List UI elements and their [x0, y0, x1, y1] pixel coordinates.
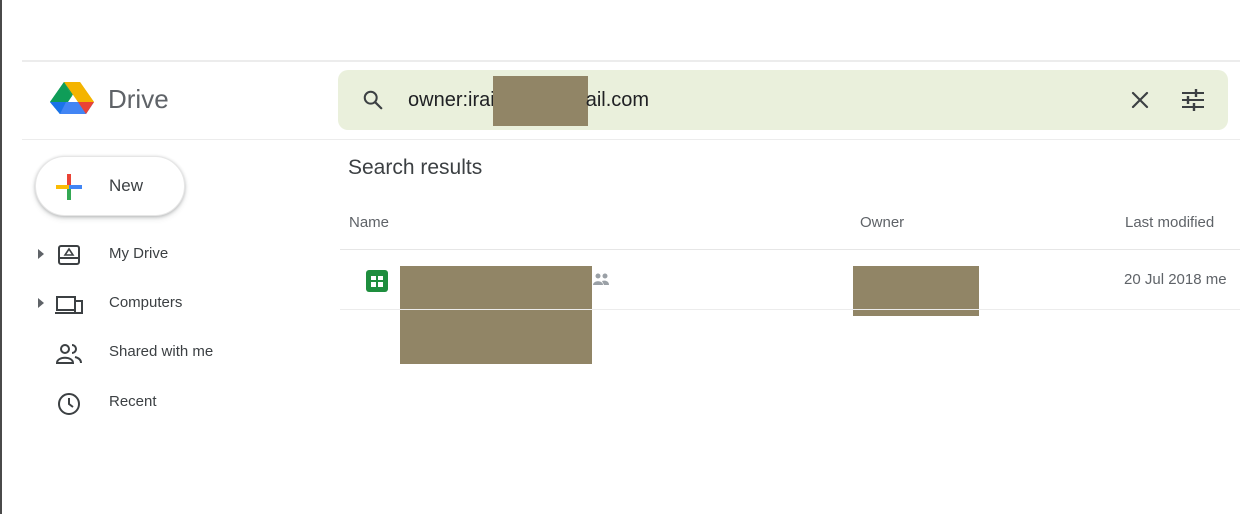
drive-logo-icon[interactable] [48, 80, 96, 120]
sidebar-item-label: My Drive [109, 245, 169, 262]
sidebar-item-computers[interactable]: Computers [30, 284, 310, 324]
search-bar[interactable]: owner:irai ail.com [338, 70, 1228, 130]
sidebar-item-label: Computers [109, 294, 183, 311]
column-header-name[interactable]: Name [349, 214, 389, 231]
search-options-icon[interactable] [1180, 88, 1206, 112]
window-edge [0, 0, 2, 514]
google-sheets-icon [366, 270, 388, 292]
redaction-block [492, 75, 588, 126]
header-divider [22, 139, 1240, 140]
sidebar-item-my-drive[interactable]: My Drive [30, 235, 310, 275]
search-icon[interactable] [362, 89, 384, 111]
sidebar-item-label: Shared with me [109, 343, 214, 360]
clock-icon [58, 393, 80, 415]
my-drive-icon [58, 245, 80, 265]
search-query-start: owner:irai [408, 89, 495, 111]
column-header-last-modified[interactable]: Last modified [1125, 214, 1214, 231]
new-button[interactable]: New [35, 156, 185, 216]
expand-arrow-icon[interactable] [38, 298, 44, 308]
page-title: Search results [348, 156, 483, 179]
new-button-label: New [109, 176, 144, 195]
sidebar-item-recent[interactable]: Recent [30, 383, 310, 423]
shared-with-me-icon [55, 344, 82, 364]
last-modified-cell: 20 Jul 2018 me [1124, 271, 1227, 288]
search-query-end: ail.com [585, 89, 650, 111]
table-row[interactable]: 20 Jul 2018 me [340, 250, 1240, 364]
top-divider [22, 60, 1240, 62]
computers-icon [55, 296, 83, 314]
row-divider [340, 309, 1240, 310]
close-icon[interactable] [1128, 88, 1152, 112]
expand-arrow-icon[interactable] [38, 249, 44, 259]
sidebar-item-label: Recent [109, 393, 157, 410]
column-header-owner[interactable]: Owner [860, 214, 904, 231]
app-name: Drive [108, 84, 169, 114]
search-input[interactable]: owner:irai ail.com [408, 70, 649, 130]
sidebar-item-shared-with-me[interactable]: Shared with me [30, 333, 310, 373]
redaction-block [400, 266, 592, 364]
shared-icon [593, 273, 609, 285]
plus-icon [56, 174, 82, 200]
